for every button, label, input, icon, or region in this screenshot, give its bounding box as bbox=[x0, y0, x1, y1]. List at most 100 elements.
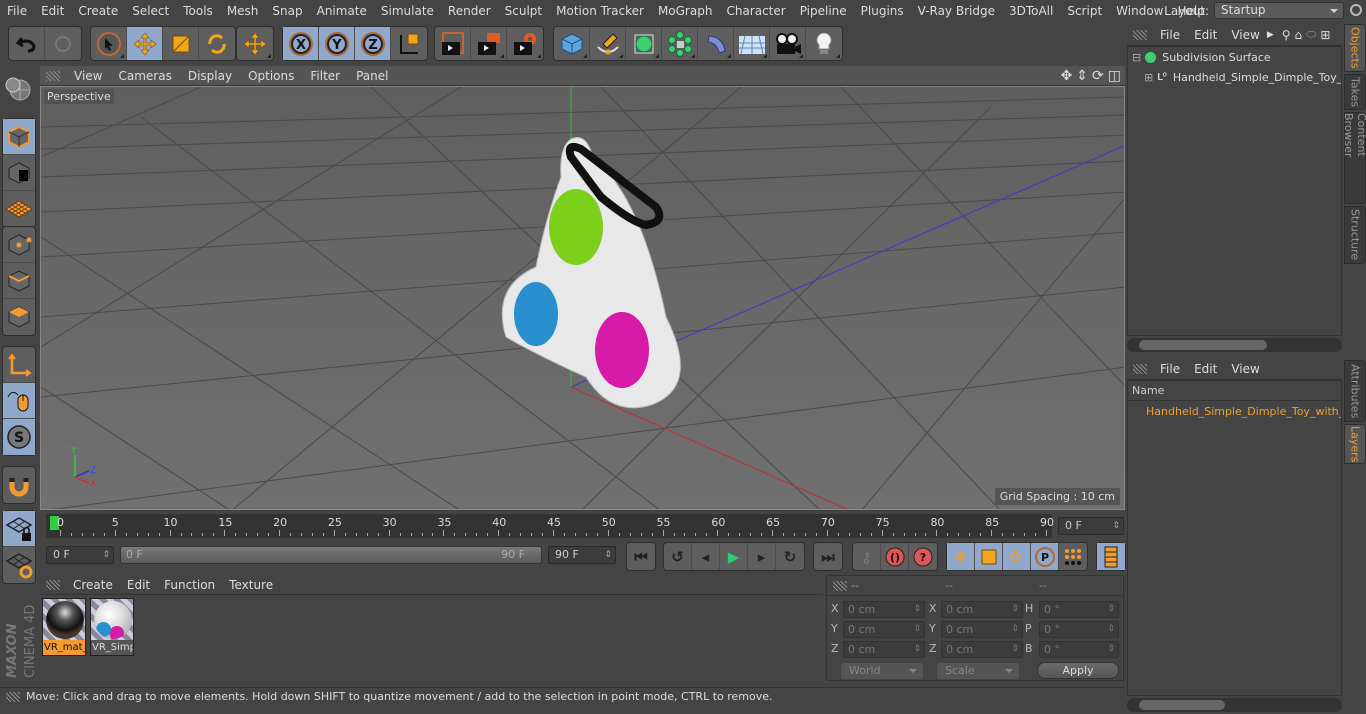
axis-mode-icon[interactable] bbox=[3, 347, 35, 383]
toggle-layout-icon[interactable]: ◫ bbox=[1108, 68, 1121, 84]
layout-select[interactable]: Startup bbox=[1214, 2, 1344, 19]
material-menu-function[interactable]: Function bbox=[157, 578, 222, 592]
previous-frame-icon[interactable]: ◂ bbox=[692, 543, 720, 570]
search-objects-icon[interactable]: ⚲ bbox=[1282, 28, 1291, 42]
size-z-field[interactable]: 0 cm bbox=[941, 641, 1023, 658]
material-menu-edit[interactable]: Edit bbox=[120, 578, 157, 592]
panel-grip[interactable] bbox=[46, 70, 60, 81]
zoom-view-icon[interactable]: ⇕ bbox=[1076, 68, 1088, 84]
y-axis-icon[interactable]: Y bbox=[319, 27, 355, 60]
layers-menu-edit[interactable]: Edit bbox=[1187, 362, 1224, 376]
tab-objects[interactable]: Objects bbox=[1344, 24, 1366, 72]
menu-motion-tracker[interactable]: Motion Tracker bbox=[549, 0, 651, 22]
material-menu-texture[interactable]: Texture bbox=[222, 578, 280, 592]
timeline-ruler[interactable]: 0 5 10 15 20 25 30 35 40 45 50 55 60 65 70 75 80 85 90 bbox=[46, 514, 1054, 538]
menu-mograph[interactable]: MoGraph bbox=[651, 0, 720, 22]
next-frame-icon[interactable]: ▸ bbox=[748, 543, 776, 570]
size-x-field[interactable]: 0 cm bbox=[941, 601, 1023, 618]
make-editable-icon[interactable] bbox=[2, 72, 34, 108]
material-menu-create[interactable]: Create bbox=[66, 578, 120, 592]
key-position-icon[interactable]: ✥ bbox=[947, 543, 975, 570]
tab-takes[interactable]: Takes bbox=[1344, 74, 1366, 110]
layer-icon[interactable]: ⬭ bbox=[1306, 27, 1316, 42]
viewport-menu-cameras[interactable]: Cameras bbox=[110, 69, 179, 83]
menu-plugins[interactable]: Plugins bbox=[854, 0, 911, 22]
objects-menu-edit[interactable]: Edit bbox=[1187, 28, 1224, 42]
home-icon[interactable]: ⌂ bbox=[1295, 28, 1303, 42]
scale-icon[interactable] bbox=[163, 27, 199, 60]
edges-mode-icon[interactable] bbox=[3, 263, 35, 299]
objects-menu-file[interactable]: File bbox=[1153, 28, 1187, 42]
go-to-end-icon[interactable]: ⏭ bbox=[814, 543, 842, 570]
menu-render[interactable]: Render bbox=[441, 0, 498, 22]
material-item[interactable]: VR_Simp bbox=[90, 598, 134, 656]
record-keys-icon[interactable]: ⚷ bbox=[853, 543, 881, 570]
rot-p-field[interactable]: 0 ° bbox=[1039, 621, 1119, 638]
menu-3dtoall[interactable]: 3DToAll bbox=[1002, 0, 1060, 22]
key-scale-icon[interactable] bbox=[975, 543, 1003, 570]
menu-script[interactable]: Script bbox=[1060, 0, 1109, 22]
deformer-icon[interactable] bbox=[698, 27, 734, 60]
search-icon[interactable] bbox=[1350, 4, 1362, 16]
menu-animate[interactable]: Animate bbox=[310, 0, 374, 22]
camera-label[interactable]: Perspective bbox=[44, 89, 114, 104]
x-axis-icon[interactable]: X bbox=[283, 27, 319, 60]
model-mode-icon[interactable] bbox=[3, 119, 35, 155]
workplane-snap-icon[interactable] bbox=[3, 547, 35, 583]
frame-range-slider[interactable]: 0 F 90 F bbox=[120, 546, 542, 564]
tab-layers[interactable]: Layers bbox=[1344, 424, 1366, 464]
tweak-mode-icon[interactable] bbox=[3, 383, 35, 419]
expand-icon[interactable]: ⊞ bbox=[1144, 71, 1153, 84]
key-pla-icon[interactable] bbox=[1059, 543, 1087, 570]
key-param-icon[interactable]: P bbox=[1031, 543, 1059, 570]
rotate-icon[interactable] bbox=[199, 27, 235, 60]
menu-tools[interactable]: Tools bbox=[176, 0, 220, 22]
points-mode-icon[interactable] bbox=[3, 227, 35, 263]
z-axis-icon[interactable]: Z bbox=[355, 27, 391, 60]
apply-button[interactable]: Apply bbox=[1037, 662, 1119, 679]
pos-x-field[interactable]: 0 cm bbox=[843, 601, 925, 618]
layers-menu-view[interactable]: View bbox=[1224, 362, 1266, 376]
orbit-view-icon[interactable]: ⟳ bbox=[1092, 68, 1104, 84]
collapse-icon[interactable]: ⊟ bbox=[1132, 51, 1141, 64]
timeline-icon[interactable] bbox=[1097, 543, 1125, 570]
coordinate-system-icon[interactable] bbox=[391, 27, 427, 60]
live-selection-icon[interactable] bbox=[91, 27, 127, 60]
polygons-mode-icon[interactable] bbox=[3, 299, 35, 335]
tab-structure[interactable]: Structure bbox=[1344, 206, 1366, 264]
pan-view-icon[interactable]: ✥ bbox=[1061, 68, 1073, 84]
viewport-menu-view[interactable]: View bbox=[66, 69, 110, 83]
objects-menu-view[interactable]: View bbox=[1224, 28, 1266, 42]
panel-grip[interactable] bbox=[46, 579, 60, 590]
layers-menu-file[interactable]: File bbox=[1153, 362, 1187, 376]
tab-content-browser[interactable]: Content Browser bbox=[1342, 112, 1366, 204]
scroll-thumb[interactable] bbox=[1139, 340, 1267, 350]
play-icon[interactable]: ▶ bbox=[720, 543, 748, 570]
panel-grip[interactable] bbox=[1133, 29, 1147, 40]
previous-key-icon[interactable]: ↺ bbox=[664, 543, 692, 570]
menu-character[interactable]: Character bbox=[719, 0, 792, 22]
layers-hscrollbar[interactable] bbox=[1127, 698, 1342, 712]
last-tool-icon[interactable] bbox=[237, 27, 273, 60]
layer-row[interactable]: Handheld_Simple_Dimple_Toy_with_Carabine… bbox=[1128, 401, 1341, 421]
dimple-toy-model[interactable] bbox=[501, 137, 681, 409]
menu-pipeline[interactable]: Pipeline bbox=[793, 0, 854, 22]
menu-mesh[interactable]: Mesh bbox=[220, 0, 266, 22]
undo-icon[interactable] bbox=[9, 27, 45, 60]
current-frame-field[interactable]: 0 F bbox=[1058, 517, 1124, 535]
size-y-field[interactable]: 0 cm bbox=[941, 621, 1023, 638]
menu-vray-bridge[interactable]: V-Ray Bridge bbox=[911, 0, 1002, 22]
pen-spline-icon[interactable] bbox=[590, 27, 626, 60]
menu-snap[interactable]: Snap bbox=[265, 0, 309, 22]
floor-icon[interactable] bbox=[734, 27, 770, 60]
viewport-menu-filter[interactable]: Filter bbox=[302, 69, 348, 83]
light-icon[interactable] bbox=[806, 27, 842, 60]
panel-grip[interactable] bbox=[1133, 363, 1147, 374]
redo-icon[interactable] bbox=[45, 27, 81, 60]
camera-icon[interactable] bbox=[770, 27, 806, 60]
render-picture-viewer-icon[interactable] bbox=[471, 27, 507, 60]
panel-grip[interactable] bbox=[6, 691, 20, 702]
menu-simulate[interactable]: Simulate bbox=[374, 0, 441, 22]
go-to-start-icon[interactable]: ⏮ bbox=[627, 543, 655, 570]
menu-edit[interactable]: Edit bbox=[34, 0, 71, 22]
